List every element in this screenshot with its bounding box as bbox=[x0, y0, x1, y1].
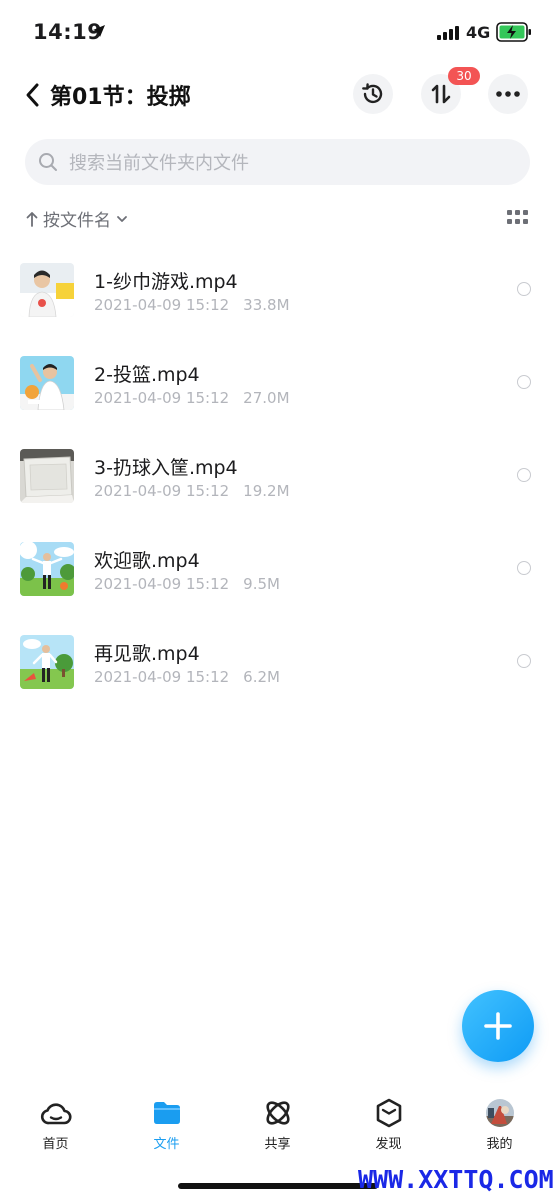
tab-label: 首页 bbox=[42, 1137, 69, 1152]
file-meta: 2021-04-09 15:12 27.0M bbox=[94, 389, 290, 407]
file-name: 3-扔球入筐.mp4 bbox=[94, 457, 238, 479]
back-chevron-icon[interactable] bbox=[22, 82, 44, 108]
grid-view-icon[interactable] bbox=[507, 210, 528, 226]
file-name: 1-纱巾游戏.mp4 bbox=[94, 271, 238, 293]
watermark: WWW.XXTTQ.COM bbox=[358, 1165, 554, 1194]
tab-home[interactable]: 首页 bbox=[0, 1085, 111, 1155]
file-date: 2021-04-09 15:12 bbox=[94, 482, 230, 500]
file-row[interactable]: 1-纱巾游戏.mp4 2021-04-09 15:12 33.8M bbox=[0, 263, 555, 355]
tab-label: 共享 bbox=[264, 1137, 291, 1152]
tab-share[interactable]: 共享 bbox=[222, 1085, 333, 1155]
tab-me[interactable]: 我的 bbox=[444, 1085, 555, 1155]
sort-label: 按文件名 bbox=[43, 211, 111, 231]
file-size: 6.2M bbox=[243, 668, 280, 686]
tab-label: 我的 bbox=[486, 1137, 513, 1152]
select-radio[interactable] bbox=[517, 282, 531, 296]
file-meta: 2021-04-09 15:12 19.2M bbox=[94, 482, 290, 500]
more-dots-icon bbox=[496, 91, 520, 97]
file-name: 2-投篮.mp4 bbox=[94, 364, 200, 386]
file-row[interactable]: 再见歌.mp4 2021-04-09 15:12 6.2M bbox=[0, 635, 555, 727]
search-bar[interactable] bbox=[25, 139, 530, 187]
video-thumbnail bbox=[20, 263, 74, 317]
add-button[interactable] bbox=[462, 990, 534, 1062]
history-button[interactable] bbox=[353, 74, 393, 114]
select-radio[interactable] bbox=[517, 468, 531, 482]
select-radio[interactable] bbox=[517, 654, 531, 668]
avatar bbox=[486, 1099, 514, 1127]
more-button[interactable] bbox=[488, 74, 528, 114]
tab-label: 发现 bbox=[375, 1137, 402, 1152]
file-size: 33.8M bbox=[243, 296, 290, 314]
file-date: 2021-04-09 15:12 bbox=[94, 389, 230, 407]
search-icon bbox=[39, 153, 57, 171]
tab-discover[interactable]: 发现 bbox=[333, 1085, 444, 1155]
select-radio[interactable] bbox=[517, 561, 531, 575]
file-row[interactable]: 3-扔球入筐.mp4 2021-04-09 15:12 19.2M bbox=[0, 449, 555, 541]
network-type: 4G bbox=[466, 23, 491, 42]
sort-arrow-up-icon bbox=[26, 211, 38, 227]
file-row[interactable]: 欢迎歌.mp4 2021-04-09 15:12 9.5M bbox=[0, 542, 555, 634]
file-size: 27.0M bbox=[243, 389, 290, 407]
video-thumbnail bbox=[20, 542, 74, 596]
file-size: 9.5M bbox=[243, 575, 280, 593]
cloud-icon bbox=[40, 1103, 72, 1125]
video-thumbnail bbox=[20, 356, 74, 410]
file-date: 2021-04-09 15:12 bbox=[94, 575, 230, 593]
plus-icon bbox=[484, 1012, 512, 1040]
search-input[interactable] bbox=[67, 139, 511, 187]
file-date: 2021-04-09 15:12 bbox=[94, 296, 230, 314]
battery-charging-icon bbox=[496, 22, 531, 42]
status-bar: 14:19 4G bbox=[0, 0, 555, 60]
page-title: 第01节：投掷 bbox=[50, 85, 191, 110]
file-row[interactable]: 2-投篮.mp4 2021-04-09 15:12 27.0M bbox=[0, 356, 555, 448]
file-name: 再见歌.mp4 bbox=[94, 643, 200, 665]
video-thumbnail bbox=[20, 449, 74, 503]
folder-icon bbox=[154, 1102, 180, 1124]
location-arrow-icon bbox=[93, 25, 105, 37]
file-date: 2021-04-09 15:12 bbox=[94, 668, 230, 686]
transfer-count-badge: 30 bbox=[448, 67, 480, 85]
sort-control[interactable]: 按文件名 bbox=[26, 206, 128, 231]
orbit-icon bbox=[266, 1101, 290, 1125]
video-thumbnail bbox=[20, 635, 74, 689]
file-name: 欢迎歌.mp4 bbox=[94, 550, 200, 572]
home-indicator bbox=[178, 1183, 378, 1189]
history-icon bbox=[362, 83, 383, 104]
transfer-icon bbox=[431, 84, 451, 104]
file-size: 19.2M bbox=[243, 482, 290, 500]
file-meta: 2021-04-09 15:12 9.5M bbox=[94, 575, 280, 593]
tab-files[interactable]: 文件 bbox=[111, 1085, 222, 1155]
cube-icon bbox=[376, 1098, 402, 1128]
cellular-signal-icon bbox=[437, 26, 459, 40]
file-meta: 2021-04-09 15:12 33.8M bbox=[94, 296, 290, 314]
chevron-down-icon bbox=[117, 215, 127, 222]
file-meta: 2021-04-09 15:12 6.2M bbox=[94, 668, 280, 686]
select-radio[interactable] bbox=[517, 375, 531, 389]
tab-label: 文件 bbox=[153, 1137, 180, 1152]
